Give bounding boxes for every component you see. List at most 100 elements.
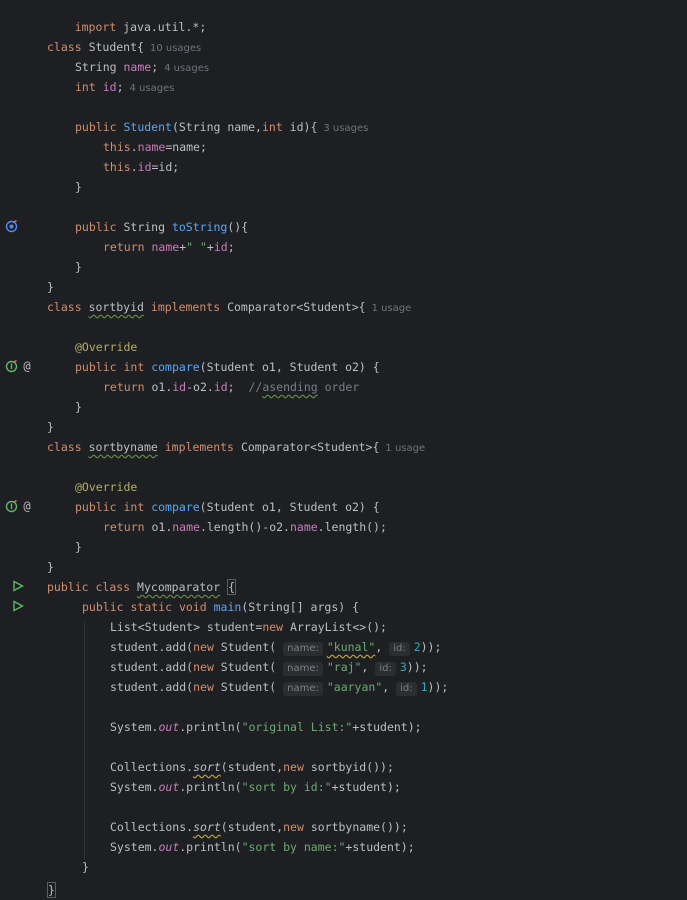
- keyword: this: [103, 160, 131, 174]
- code-line[interactable]: System.out.println("sort by id:"+student…: [110, 777, 401, 797]
- implement-method-icon[interactable]: [4, 499, 18, 513]
- code-line[interactable]: List<Student> student=new ArrayList<>();: [110, 617, 387, 637]
- number-literal: 1: [420, 680, 428, 694]
- code-line[interactable]: int id; 4 usages: [75, 77, 174, 97]
- code-line[interactable]: public class Mycomparator {: [47, 577, 237, 597]
- code-line[interactable]: public static void main(String[] args) {: [82, 597, 359, 617]
- code-line[interactable]: student.add(new Student( name: "aaryan", …: [110, 677, 448, 697]
- usages-hint[interactable]: 4 usages: [130, 83, 175, 94]
- code-line[interactable]: }: [75, 177, 82, 197]
- code-line[interactable]: class sortbyid implements Comparator<Stu…: [47, 297, 411, 317]
- editor-gutter: [0, 0, 40, 891]
- code-line[interactable]: }: [82, 857, 89, 877]
- param-hint: id:: [396, 682, 417, 696]
- code-line[interactable]: class sortbyname implements Comparator<S…: [47, 437, 425, 457]
- usages-hint[interactable]: 4 usages: [164, 63, 209, 74]
- keyword: import: [74, 20, 117, 34]
- code-line[interactable]: String name; 4 usages: [75, 57, 209, 77]
- code-line[interactable]: System.out.println("original List:"+stud…: [110, 717, 422, 737]
- usages-hint[interactable]: 10 usages: [150, 43, 201, 54]
- param-hint: name:: [283, 662, 323, 676]
- code-line[interactable]: System.out.println("sort by name:"+stude…: [110, 837, 415, 857]
- brace: }: [47, 882, 56, 898]
- override-method-icon[interactable]: [4, 219, 18, 233]
- brace: }: [75, 540, 82, 554]
- method-name: sort: [193, 760, 221, 774]
- field-name: name: [137, 140, 166, 154]
- code-line[interactable]: import java.util.*;: [47, 0, 207, 34]
- keyword: class: [95, 580, 131, 594]
- implement-method-icon[interactable]: [4, 359, 18, 373]
- annotation: @Override: [75, 480, 138, 494]
- code-line[interactable]: Collections.sort(student,new sortbyname(…: [110, 817, 408, 837]
- keyword: public: [47, 580, 89, 594]
- keyword: class: [47, 440, 82, 454]
- code-line[interactable]: }: [75, 257, 82, 277]
- field-name: name: [123, 60, 152, 74]
- code-line[interactable]: public Student(String name,int id){3 usa…: [75, 117, 368, 137]
- code-line[interactable]: }: [47, 417, 54, 437]
- keyword: new: [193, 640, 214, 654]
- code-line[interactable]: class Student{10 usages: [47, 37, 201, 57]
- type: String: [75, 60, 117, 74]
- brace: }: [75, 260, 82, 274]
- brace: }: [47, 420, 54, 434]
- run-main-icon[interactable]: [11, 599, 25, 613]
- keyword: void: [178, 600, 207, 614]
- code-line[interactable]: public int compare(Student o1, Student o…: [75, 497, 380, 517]
- brace: {: [137, 40, 144, 54]
- string-literal: "kunal": [326, 640, 376, 654]
- code-line[interactable]: Collections.sort(student,new sortbyid())…: [110, 757, 394, 777]
- keyword: static: [130, 600, 173, 614]
- code-line[interactable]: }: [47, 880, 56, 900]
- code-line[interactable]: }: [75, 537, 82, 557]
- type: int: [123, 360, 145, 374]
- brace: {: [227, 579, 237, 595]
- code-editor[interactable]: @ @ import java.util.*; class Student{10…: [0, 0, 687, 898]
- code-line[interactable]: }: [47, 277, 54, 297]
- code-line[interactable]: return o1.id-o2.id; //asending order: [103, 377, 359, 397]
- keyword: public: [75, 500, 117, 514]
- comment: //asending order: [248, 380, 360, 394]
- code-line[interactable]: student.add(new Student( name: "kunal", i…: [110, 637, 441, 657]
- type: Comparator<Student>{: [240, 440, 380, 454]
- static-field: out: [158, 780, 180, 794]
- number-literal: 3: [399, 660, 407, 674]
- string-literal: "raj": [326, 660, 362, 674]
- code-line[interactable]: return o1.name.length()-o2.name.length()…: [103, 517, 387, 537]
- code-line[interactable]: }: [75, 397, 82, 417]
- field-name: id: [213, 380, 228, 394]
- code-line[interactable]: }: [47, 557, 54, 577]
- brace: }: [82, 860, 89, 874]
- brace: }: [75, 400, 82, 414]
- keyword: new: [193, 680, 214, 694]
- type: Comparator<Student>{: [227, 300, 366, 314]
- usages-hint[interactable]: 1 usage: [385, 443, 425, 454]
- class-name: Mycomparator: [137, 580, 221, 594]
- annotation-at-icon[interactable]: @: [20, 499, 34, 513]
- code-line[interactable]: return name+" "+id;: [103, 237, 235, 257]
- code-line[interactable]: public int compare(Student o1, Student o…: [75, 357, 380, 377]
- param-hint: name:: [283, 642, 323, 656]
- field-name: id: [137, 160, 152, 174]
- usages-hint[interactable]: 1 usage: [372, 303, 412, 314]
- keyword: public: [75, 220, 117, 234]
- keyword: new: [283, 820, 304, 834]
- annotation-at-icon[interactable]: @: [20, 359, 34, 373]
- code-line[interactable]: student.add(new Student( name: "raj", id:…: [110, 657, 428, 677]
- number-literal: 2: [413, 640, 421, 654]
- brace: }: [47, 280, 54, 294]
- code-line[interactable]: this.id=id;: [103, 157, 179, 177]
- keyword: implements: [164, 440, 234, 454]
- keyword: public: [82, 600, 124, 614]
- usages-hint[interactable]: 3 usages: [323, 123, 368, 134]
- constructor-name: Student: [123, 120, 172, 134]
- code-line[interactable]: public String toString(){: [75, 217, 248, 237]
- method-name: main: [213, 600, 242, 614]
- keyword: new: [262, 620, 284, 634]
- code-line[interactable]: this.name=name;: [103, 137, 207, 157]
- param-hint: id:: [375, 662, 396, 676]
- param-hint: id:: [389, 642, 410, 656]
- run-class-icon[interactable]: [11, 579, 25, 593]
- field-name: id: [102, 80, 117, 94]
